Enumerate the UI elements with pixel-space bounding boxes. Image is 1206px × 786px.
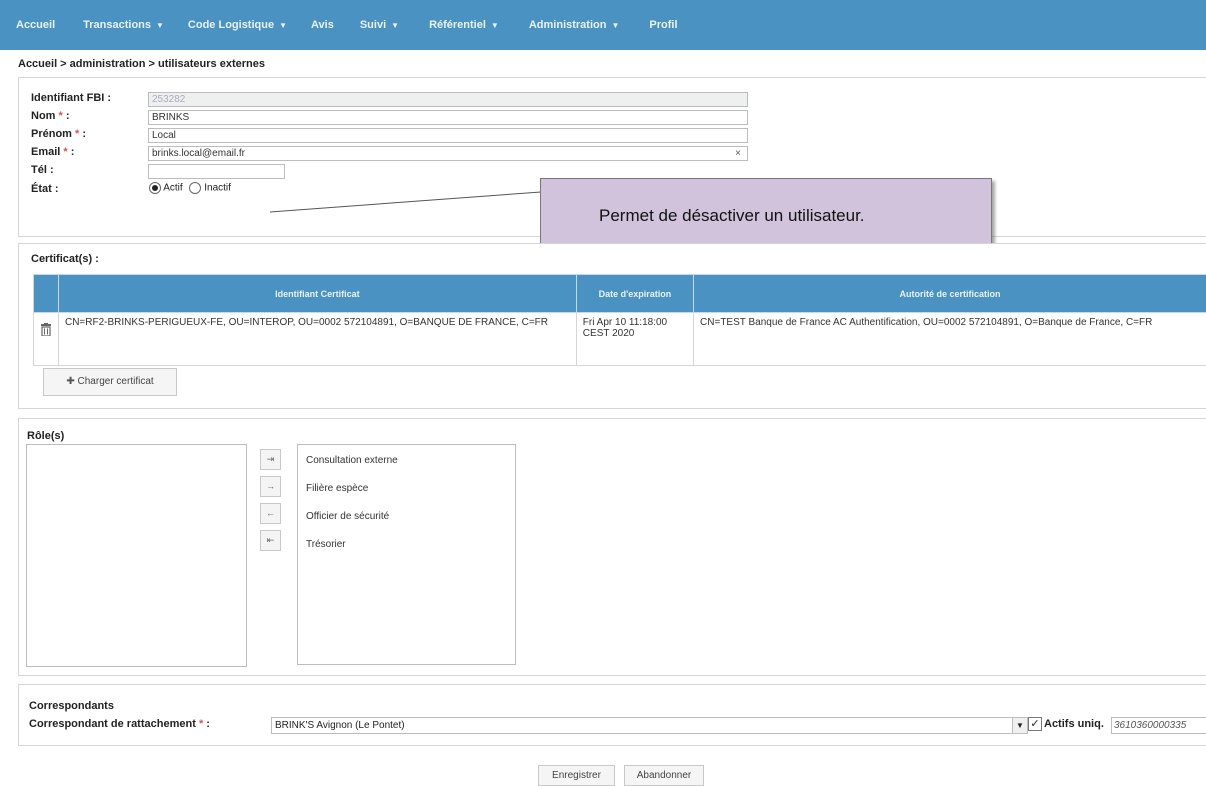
chevron-down-icon[interactable]: ▼ <box>1012 718 1027 733</box>
correspondants-panel: Correspondants Correspondant de rattache… <box>18 684 1206 746</box>
enregistrer-button[interactable]: Enregistrer <box>538 765 615 786</box>
callout-text: Permet de désactiver un utilisateur. <box>599 206 865 226</box>
abandonner-button[interactable]: Abandonner <box>624 765 704 786</box>
rattachement-select[interactable]: BRINK'S Avignon (Le Pontet) ▼ <box>271 717 1028 734</box>
available-roles-list[interactable] <box>26 444 247 667</box>
move-left-button[interactable]: ← <box>260 503 281 524</box>
list-item[interactable]: Officier de sécurité <box>298 511 515 539</box>
table-row: CN=RF2-BRINKS-PERIGUEUX-FE, OU=INTEROP, … <box>34 313 1206 366</box>
list-item[interactable]: Filière espèce <box>298 483 515 511</box>
certificats-table: Identifiant Certificat Date d'expiration… <box>33 274 1206 366</box>
table-header-row: Identifiant Certificat Date d'expiration… <box>34 275 1206 313</box>
charger-certificat-button[interactable]: ✚ Charger certificat <box>43 368 177 396</box>
cert-identifiant: CN=RF2-BRINKS-PERIGUEUX-FE, OU=INTEROP, … <box>58 313 576 366</box>
rattachement-label: Correspondant de rattachement * : <box>29 718 210 730</box>
list-item[interactable]: Trésorier <box>298 539 515 567</box>
list-item[interactable]: Consultation externe <box>298 455 515 483</box>
certificats-title: Certificat(s) : <box>31 253 99 265</box>
roles-title: Rôle(s) <box>27 430 64 442</box>
certificats-panel: Certificat(s) : Identifiant Certificat D… <box>18 243 1206 409</box>
actifs-checkbox[interactable]: ✓ <box>1028 717 1042 731</box>
correspondant-code-field[interactable]: 3610360000335 <box>1111 717 1206 734</box>
assigned-roles-list[interactable]: Consultation externe Filière espèce Offi… <box>297 444 516 665</box>
move-all-left-button[interactable]: ⇤ <box>260 530 281 551</box>
column-header: Date d'expiration <box>576 275 693 313</box>
correspondants-title: Correspondants <box>29 700 114 712</box>
plus-icon: ✚ <box>66 376 74 387</box>
move-all-right-button[interactable]: ⇥ <box>260 449 281 470</box>
roles-panel: Rôle(s) ⇥ → ← ⇤ Consultation externe Fil… <box>18 418 1206 676</box>
column-header: Autorité de certification <box>694 275 1206 313</box>
actifs-label: Actifs uniq. <box>1044 718 1104 730</box>
trash-icon[interactable] <box>41 323 51 336</box>
column-header: Identifiant Certificat <box>58 275 576 313</box>
cert-date: Fri Apr 10 11:18:00 CEST 2020 <box>576 313 693 366</box>
move-right-button[interactable]: → <box>260 476 281 497</box>
cert-autorite: CN=TEST Banque de France AC Authentifica… <box>694 313 1206 366</box>
